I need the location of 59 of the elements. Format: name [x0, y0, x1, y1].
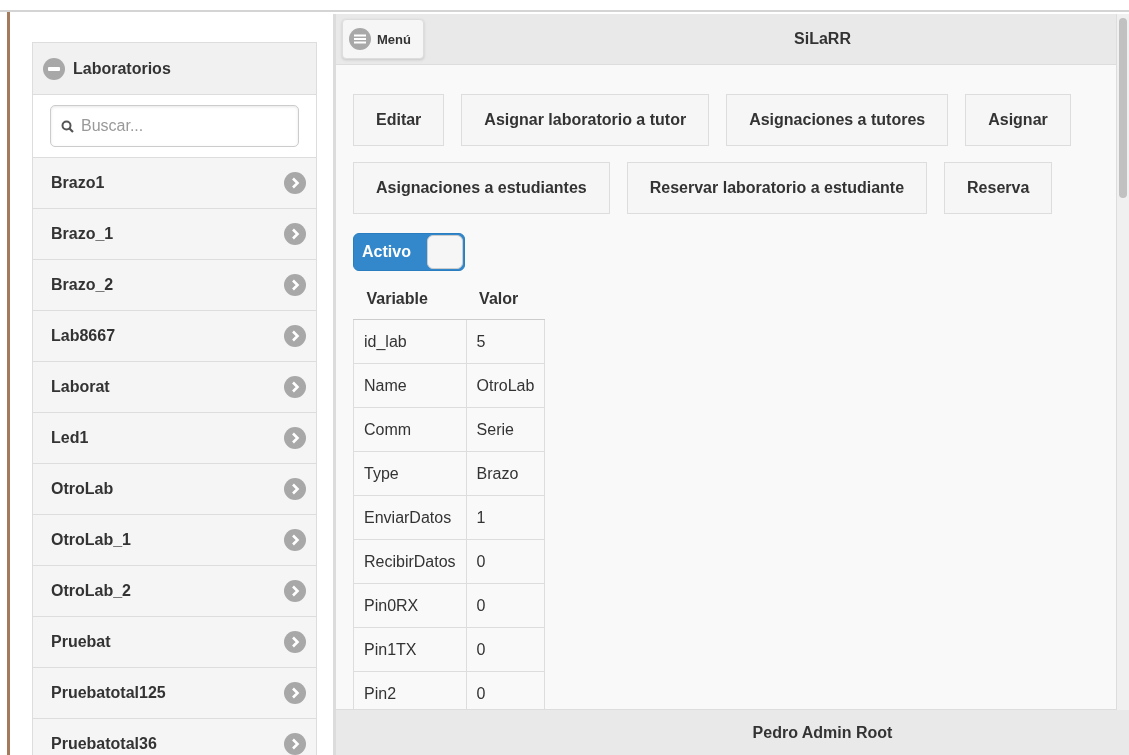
list-item[interactable]: Pruebat [33, 617, 316, 668]
list-item[interactable]: Brazo_2 [33, 260, 316, 311]
user-name: Pedro Admin Root [752, 723, 893, 742]
chevron-right-icon [284, 172, 306, 194]
list-item[interactable]: Brazo1 [33, 158, 316, 209]
table-cell: OtroLab [466, 363, 545, 408]
scrollbar[interactable] [1116, 14, 1129, 710]
chevron-right-icon [284, 631, 306, 653]
table-cell: Serie [466, 407, 545, 452]
list-item[interactable]: Laborat [33, 362, 316, 413]
table-cell: RecibirDatos [353, 539, 467, 584]
minus-icon [43, 57, 65, 80]
action-button[interactable]: Reserva [944, 162, 1053, 214]
list-item[interactable]: Lab8667 [33, 311, 316, 362]
chevron-right-icon [284, 478, 306, 500]
list-item[interactable]: Pruebatotal36 [33, 719, 316, 755]
section-title: Laboratorios [73, 59, 171, 78]
collapsible-header[interactable]: Laboratorios [33, 43, 316, 95]
column-header: Valor [466, 279, 545, 320]
chevron-right-icon [284, 376, 306, 398]
menu-icon [349, 28, 371, 50]
chevron-right-icon [284, 427, 306, 449]
list-item[interactable]: Led1 [33, 413, 316, 464]
list-item[interactable]: OtroLab_2 [33, 566, 316, 617]
action-button[interactable]: Asignaciones a tutores [726, 94, 949, 146]
list-item[interactable]: OtroLab_1 [33, 515, 316, 566]
search-icon [61, 120, 74, 133]
table-cell: Name [353, 363, 467, 408]
table-cell: 5 [466, 319, 545, 364]
table-cell: EnviarDatos [353, 495, 467, 540]
table-cell: id_lab [353, 319, 467, 364]
table-cell: Type [353, 451, 467, 496]
table-cell: 0 [466, 539, 545, 584]
chevron-right-icon [284, 223, 306, 245]
table-cell: 1 [466, 495, 545, 540]
table-cell: 0 [466, 627, 545, 672]
table-cell: Pin0RX [353, 583, 467, 628]
page-title: SiLaRR [794, 30, 851, 48]
action-button[interactable]: Asignar [965, 94, 1071, 146]
toggle-switch[interactable]: Activo [353, 233, 465, 271]
column-header: Variable [353, 279, 467, 320]
action-button[interactable]: Asignaciones a estudiantes [353, 162, 610, 214]
chevron-right-icon [284, 682, 306, 704]
table-cell: Brazo [466, 451, 545, 496]
list-item[interactable]: Brazo_1 [33, 209, 316, 260]
list-item[interactable]: OtroLab [33, 464, 316, 515]
action-button[interactable]: Reservar laboratorio a estudiante [626, 162, 928, 214]
chevron-right-icon [284, 274, 306, 296]
action-button[interactable]: Asignar laboratorio a tutor [461, 94, 710, 146]
search-field[interactable]: Buscar... [50, 105, 299, 147]
chevron-right-icon [284, 529, 306, 551]
table-cell: Pin1TX [353, 627, 467, 672]
table-cell: Comm [353, 407, 467, 452]
menu-button[interactable]: Menú [342, 19, 424, 59]
chevron-right-icon [284, 325, 306, 347]
table-cell: 0 [466, 583, 545, 628]
chevron-right-icon [284, 580, 306, 602]
list-item[interactable]: Pruebatotal125 [33, 668, 316, 719]
action-button[interactable]: Editar [353, 94, 445, 146]
